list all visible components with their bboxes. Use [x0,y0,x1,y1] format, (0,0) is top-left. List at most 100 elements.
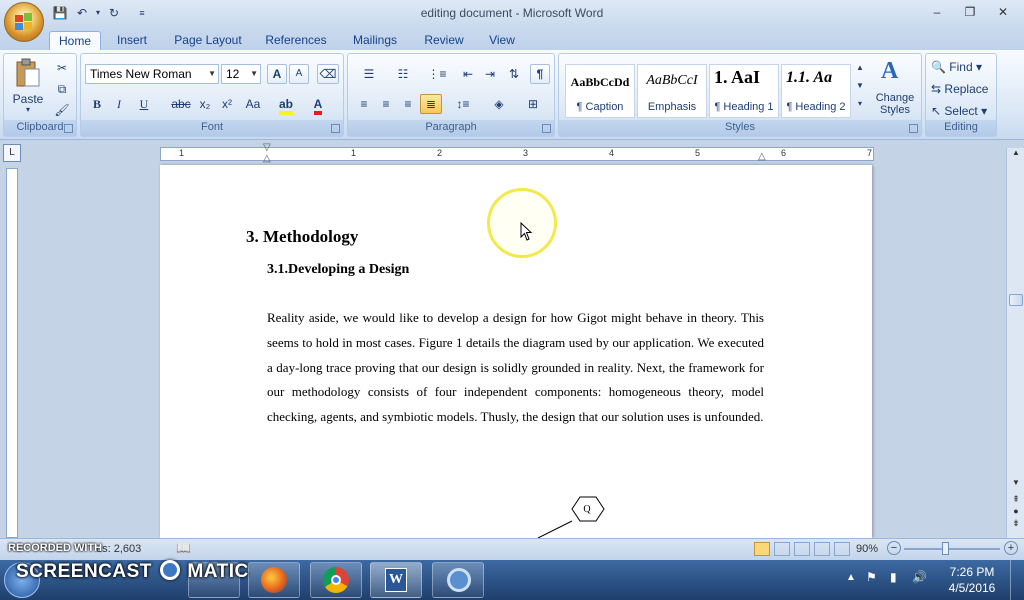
hanging-indent-marker-icon[interactable]: △ [263,153,271,164]
zoom-level[interactable]: 90% [856,543,878,555]
office-button[interactable] [4,2,44,42]
shrink-font-button[interactable]: A [289,64,309,84]
tab-selector-icon[interactable]: L [3,144,21,162]
paragraph-launcher-icon[interactable] [542,124,551,133]
italic-button[interactable]: I [109,94,129,114]
highlight-color-icon[interactable]: ab [275,94,297,115]
proofing-icon[interactable]: 📖 [176,541,191,555]
subscript-button[interactable]: x₂ [195,94,215,114]
paste-button[interactable]: Paste ▾ [10,58,46,114]
browse-object-icon[interactable]: ● [1009,506,1023,516]
tab-home[interactable]: Home [49,31,101,51]
right-indent-marker-icon[interactable]: △ [758,151,766,162]
word-count[interactable]: ds: 2,603 [96,543,141,555]
scroll-thumb[interactable] [1009,294,1023,306]
draft-view-icon[interactable] [834,542,850,556]
grow-font-button[interactable]: A [267,64,287,84]
line-spacing-icon[interactable]: ↕≡ [448,94,478,114]
styles-scroll-down-icon[interactable]: ▼ [853,78,867,94]
align-left-icon[interactable]: ≡ [354,94,374,114]
clear-formatting-icon[interactable]: ⌫ [317,64,339,84]
first-line-indent-marker-icon[interactable]: ▽ [263,142,271,153]
network-icon[interactable]: ▮ [890,570,897,584]
tab-references[interactable]: References [260,31,332,51]
zoom-in-icon[interactable]: + [1004,541,1018,555]
firefox-icon [261,567,287,593]
screencast-taskbar-icon[interactable] [432,562,484,598]
vertical-scrollbar[interactable]: ▲ ▼ ⇞ ● ⇟ [1006,148,1024,538]
tab-review[interactable]: Review [418,31,470,51]
print-layout-view-icon[interactable] [754,542,770,556]
borders-icon[interactable]: ⊞ [518,94,548,114]
multilevel-list-icon[interactable]: ⋮≡ [422,64,452,84]
word-icon: W [385,568,407,592]
heading-methodology[interactable]: 3. Methodology [246,227,358,247]
tab-view[interactable]: View [480,31,524,51]
close-button[interactable]: ✕ [988,2,1018,22]
document-page[interactable]: 3. Methodology 3.1.Developing a Design R… [160,165,872,538]
format-painter-icon[interactable]: 🖌 [52,100,72,120]
tab-insert[interactable]: Insert [110,31,154,51]
scroll-down-icon[interactable]: ▼ [1009,478,1023,487]
outline-view-icon[interactable] [814,542,830,556]
word-taskbar-icon[interactable]: W [370,562,422,598]
sort-icon[interactable]: ⇅ [504,64,524,84]
vertical-ruler[interactable] [6,168,18,538]
show-desktop-button[interactable] [1010,560,1024,600]
shading-icon[interactable]: ◈ [484,94,514,114]
strikethrough-button[interactable]: abc [169,94,193,114]
style-caption[interactable]: AaBbCcDd ¶ Caption [565,64,635,118]
underline-button[interactable]: U [133,94,155,114]
decrease-indent-icon[interactable]: ⇤ [458,64,478,84]
align-right-icon[interactable]: ≡ [398,94,418,114]
volume-icon[interactable]: 🔊 [912,570,927,584]
chrome-taskbar-icon[interactable] [310,562,362,598]
style-heading-1[interactable]: 1. AaI ¶ Heading 1 [709,64,779,118]
font-launcher-icon[interactable] [331,124,340,133]
scroll-up-icon[interactable]: ▲ [1009,148,1023,164]
style-emphasis[interactable]: AaBbCcI Emphasis [637,64,707,118]
numbering-icon[interactable]: ☷ [388,64,418,84]
tab-page-layout[interactable]: Page Layout [170,31,246,51]
superscript-button[interactable]: x² [217,94,237,114]
change-case-button[interactable]: Aa [241,94,265,114]
horizontal-ruler[interactable]: 1 1 2 3 4 5 6 7 ▽ △ △ [160,142,874,164]
zoom-slider-track[interactable] [904,548,1000,550]
font-color-icon[interactable]: A [307,94,329,115]
body-paragraph[interactable]: Reality aside, we would like to develop … [267,306,764,430]
select-button[interactable]: ↖ Select ▾ [930,101,996,121]
clipboard-launcher-icon[interactable] [64,124,73,133]
change-styles-button[interactable]: A Change Styles [871,58,919,118]
justify-icon[interactable]: ≣ [420,94,442,114]
tab-mailings[interactable]: Mailings [344,31,406,51]
copy-icon[interactable]: ⧉ [52,79,72,99]
styles-launcher-icon[interactable] [909,124,918,133]
bullets-icon[interactable]: ☰ [354,64,384,84]
show-formatting-button[interactable]: ¶ [530,64,550,84]
heading-developing-design[interactable]: 3.1.Developing a Design [267,262,409,278]
font-size-combo[interactable]: 12 ▼ [221,64,261,84]
full-screen-reading-icon[interactable] [774,542,790,556]
show-hidden-icons-icon[interactable]: ▲ [846,572,856,583]
styles-more-icon[interactable]: ▾ [853,96,867,112]
firefox-taskbar-icon[interactable] [248,562,300,598]
styles-group: AaBbCcDd ¶ Caption AaBbCcI Emphasis 1. A… [558,53,922,137]
restore-button[interactable]: ❐ [955,2,985,22]
zoom-slider-thumb[interactable] [942,542,949,555]
replace-button[interactable]: ⇆ Replace [930,79,996,99]
align-center-icon[interactable]: ≡ [376,94,396,114]
minimize-button[interactable]: – [922,2,952,22]
previous-page-icon[interactable]: ⇞ [1009,494,1023,505]
zoom-out-icon[interactable]: − [887,541,901,555]
next-page-icon[interactable]: ⇟ [1009,518,1023,529]
find-button[interactable]: 🔍 Find ▾ [930,57,994,77]
increase-indent-icon[interactable]: ⇥ [480,64,500,84]
action-center-icon[interactable]: ⚑ [866,570,877,584]
style-heading-2[interactable]: 1.1. Aa ¶ Heading 2 [781,64,851,118]
font-name-combo[interactable]: Times New Roman ▼ [85,64,219,84]
cut-icon[interactable]: ✂ [52,58,72,78]
bold-button[interactable]: B [87,94,107,114]
taskbar-clock[interactable]: 7:26 PM 4/5/2016 [942,564,1002,596]
web-layout-icon[interactable] [794,542,810,556]
styles-scroll-up-icon[interactable]: ▲ [853,60,867,76]
